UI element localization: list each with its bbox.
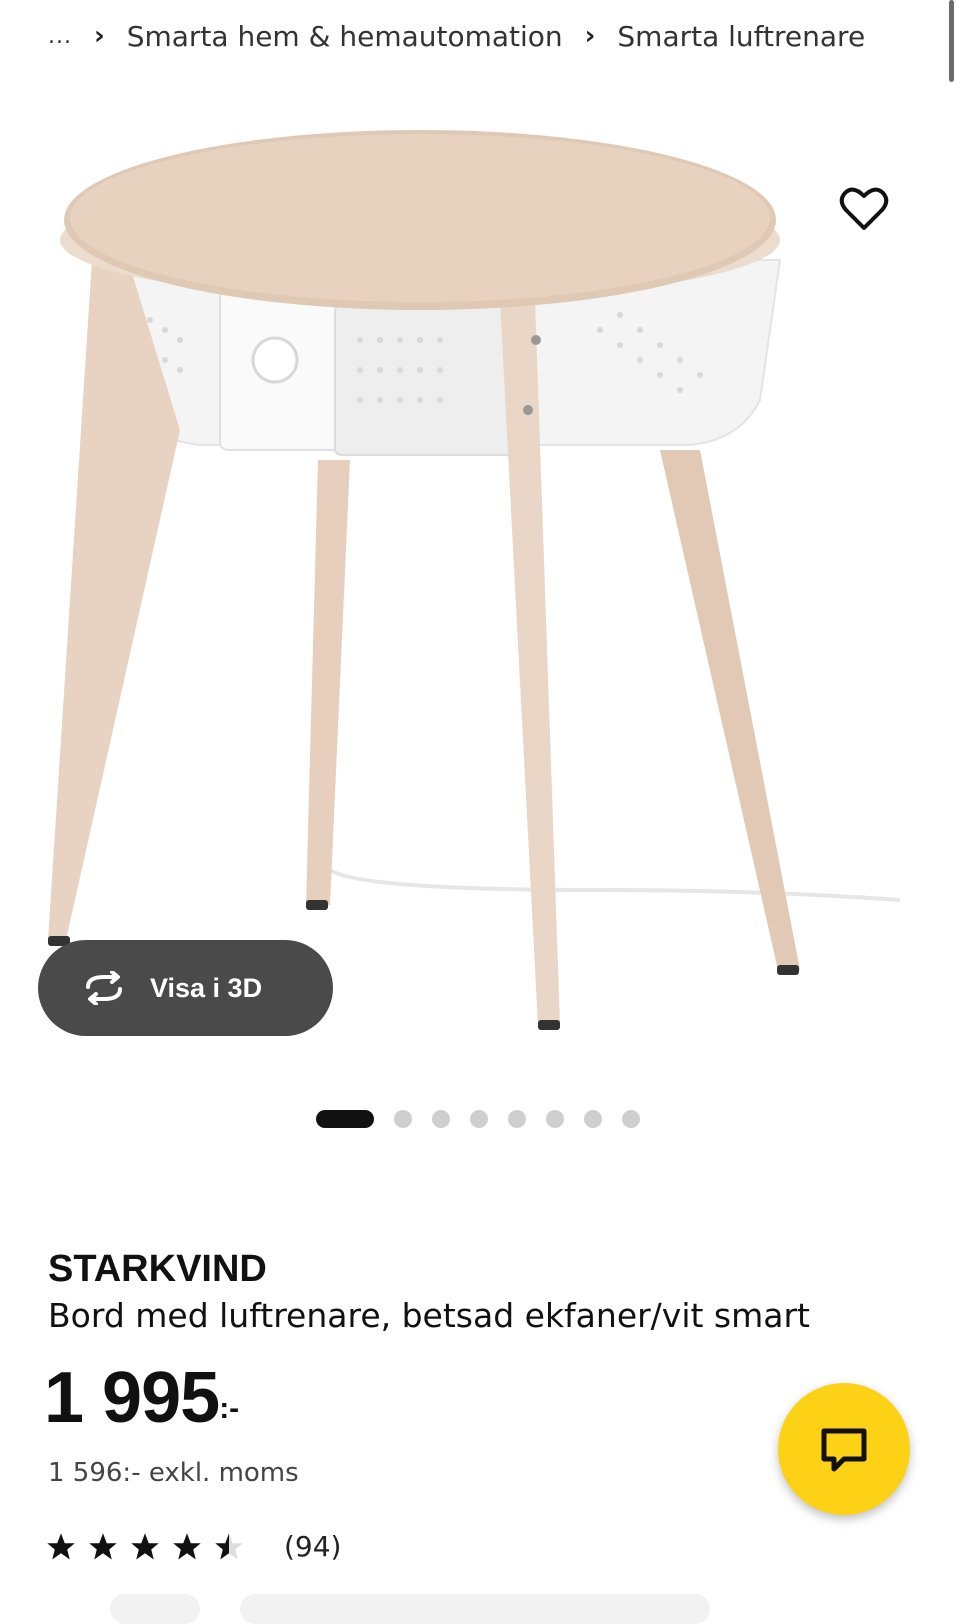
- gallery-dot[interactable]: [316, 1110, 374, 1128]
- breadcrumb: ... › Smarta hem & hemautomation › Smart…: [48, 16, 865, 56]
- gallery-dot[interactable]: [432, 1110, 450, 1128]
- star-icon: [47, 1532, 75, 1559]
- gallery-dot[interactable]: [508, 1110, 526, 1128]
- product-price: 1 995 :-: [44, 1362, 239, 1434]
- view-in-3d-label: Visa i 3D: [150, 972, 263, 1003]
- chat-bubble-icon: [821, 1428, 867, 1472]
- chat-button[interactable]: [778, 1383, 910, 1515]
- favorite-button[interactable]: [838, 184, 890, 232]
- gallery-dot[interactable]: [470, 1110, 488, 1128]
- breadcrumb-ellipsis[interactable]: ...: [48, 24, 72, 49]
- gallery-pagination[interactable]: [316, 1110, 660, 1128]
- gallery-dot[interactable]: [546, 1110, 564, 1128]
- view-in-3d-button[interactable]: Visa i 3D: [38, 940, 333, 1036]
- chevron-right-icon: ›: [584, 21, 596, 51]
- review-count[interactable]: (94): [284, 1530, 341, 1563]
- price-excl-vat: 1 596:- exkl. moms: [48, 1458, 299, 1488]
- scrollbar[interactable]: [949, 0, 954, 82]
- product-description: Bord med luftrenare, betsad ekfaner/vit …: [48, 1296, 810, 1335]
- price-amount: 1 995: [44, 1358, 220, 1438]
- gallery-dot[interactable]: [394, 1110, 412, 1128]
- rotate-3d-icon: [86, 971, 122, 1005]
- gallery-dot[interactable]: [584, 1110, 602, 1128]
- next-section-peek: [110, 1594, 200, 1624]
- breadcrumb-item-air-purifiers[interactable]: Smarta luftrenare: [617, 20, 865, 53]
- product-image-gallery[interactable]: [0, 100, 960, 1080]
- star-icon: [173, 1532, 201, 1559]
- product-name: STARKVIND: [48, 1248, 267, 1290]
- star-icon: [215, 1532, 243, 1559]
- product-rating[interactable]: (94): [46, 1530, 341, 1563]
- star-icon: [89, 1532, 117, 1559]
- product-image: [48, 130, 901, 1030]
- price-suffix: :-: [219, 1392, 240, 1425]
- star-icon: [131, 1532, 159, 1559]
- chevron-right-icon: ›: [93, 21, 105, 51]
- breadcrumb-item-smart-home[interactable]: Smarta hem & hemautomation: [127, 20, 563, 53]
- heart-outline-icon: [839, 187, 889, 230]
- rating-stars: [46, 1532, 256, 1562]
- next-section-peek: [240, 1594, 710, 1624]
- gallery-dot[interactable]: [622, 1110, 640, 1128]
